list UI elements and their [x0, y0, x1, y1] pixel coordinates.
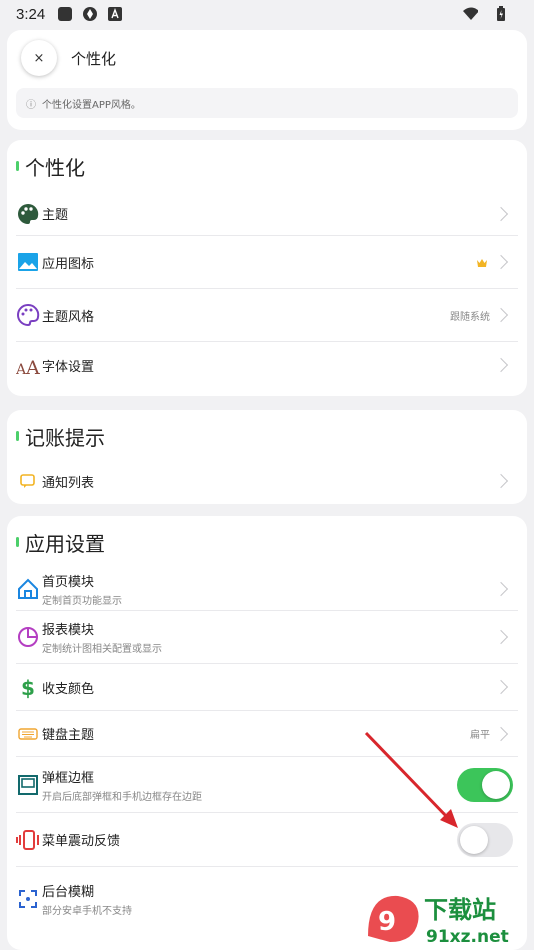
vibrate-icon — [16, 828, 40, 852]
image-icon — [16, 250, 40, 274]
row-title: 菜单震动反馈 — [42, 834, 121, 849]
chevron-right-icon — [493, 581, 509, 597]
section-reminders: 记账提示 通知列表 — [7, 410, 527, 504]
chevron-right-icon — [493, 307, 509, 323]
chevron-right-icon — [493, 357, 509, 373]
close-icon: × — [33, 50, 45, 66]
status-bar: 3:24 — [0, 0, 534, 28]
chevron-right-icon — [493, 473, 509, 489]
settings-row-dialog-border[interactable]: 弹框边框 开启后底部弹框和手机边框存在边距 — [16, 757, 518, 813]
row-value: 跟随系统 — [450, 311, 490, 323]
svg-text:9: 9 — [378, 907, 396, 937]
row-title: 主题风格 — [42, 309, 95, 325]
blur-icon — [16, 887, 40, 911]
settings-row-theme-style[interactable]: 主题风格 跟随系统 — [16, 289, 518, 342]
battery-icon — [493, 6, 509, 22]
menu-vibration-toggle[interactable] — [457, 822, 513, 857]
dialog-border-toggle[interactable] — [457, 767, 513, 802]
watermark-logo: 9 下载站 91xz.net — [360, 886, 530, 948]
section-title: 应用设置 — [7, 516, 527, 568]
pie-chart-icon — [16, 625, 40, 649]
dollar-icon: $ — [16, 675, 40, 699]
status-time: 3:24 — [16, 5, 46, 23]
svg-text:$: $ — [21, 676, 35, 699]
chevron-right-icon — [493, 206, 509, 221]
section-personalize: 个性化 主题 应用图标 主题风格 跟随系统 AA 字体设置 — [7, 140, 527, 396]
crown-icon — [476, 253, 488, 272]
settings-row-notifications[interactable]: 通知列表 — [16, 462, 518, 500]
row-value: 扁平 — [470, 730, 490, 741]
palette-icon — [16, 202, 40, 226]
wifi-icon — [462, 6, 478, 22]
row-title: 弹框边框 — [42, 770, 95, 786]
app-notification-icon — [82, 6, 98, 22]
chevron-right-icon — [493, 629, 509, 645]
header-card: × 个性化 ⓘ 个性化设置APP风格。 — [7, 30, 527, 130]
row-title: 收支颜色 — [42, 681, 95, 697]
settings-row-app-icon[interactable]: 应用图标 — [16, 236, 518, 289]
info-text: 个性化设置APP风格。 — [42, 99, 141, 111]
settings-row-home-module[interactable]: 首页模块 定制首页功能显示 — [16, 568, 518, 611]
settings-row-menu-vibration[interactable]: 菜单震动反馈 — [16, 813, 518, 867]
row-title: 首页模块 — [42, 575, 95, 590]
font-a-icon — [107, 6, 123, 22]
page-title: 个性化 — [71, 49, 117, 68]
row-title: 应用图标 — [42, 256, 95, 272]
keyboard-icon — [16, 722, 40, 746]
row-title: 字体设置 — [42, 359, 95, 375]
row-title: 通知列表 — [42, 475, 95, 491]
row-title: 主题 — [42, 208, 69, 223]
font-size-icon: AA — [16, 353, 40, 377]
settings-row-report-module[interactable]: 报表模块 定制统计图相关配置或显示 — [16, 611, 518, 664]
svg-text:下载站: 下载站 — [424, 896, 496, 924]
chevron-right-icon — [493, 726, 509, 741]
row-title: 键盘主题 — [42, 728, 95, 743]
palette-outline-icon — [16, 303, 40, 327]
svg-text:A: A — [25, 357, 40, 376]
svg-text:91xz.net: 91xz.net — [426, 927, 509, 947]
home-icon — [16, 577, 40, 601]
message-icon — [16, 469, 40, 493]
settings-row-font[interactable]: AA 字体设置 — [16, 342, 518, 388]
settings-row-theme[interactable]: 主题 — [16, 192, 518, 236]
frame-icon — [16, 773, 40, 797]
row-subtitle: 定制统计图相关配置或显示 — [42, 644, 162, 655]
row-subtitle: 开启后底部弹框和手机边框存在边距 — [42, 791, 202, 803]
info-banner: ⓘ 个性化设置APP风格。 — [16, 88, 518, 118]
close-button[interactable]: × — [21, 40, 57, 76]
section-title: 个性化 — [7, 140, 527, 192]
section-app-settings: 应用设置 首页模块 定制首页功能显示 报表模块 定制统计图相关配置或显示 $ 收… — [7, 516, 527, 950]
notification-square-icon — [57, 6, 73, 22]
section-title: 记账提示 — [7, 410, 527, 462]
chevron-right-icon — [493, 254, 509, 270]
info-icon: ⓘ — [26, 99, 36, 111]
row-title: 报表模块 — [42, 623, 95, 638]
settings-row-keyboard-theme[interactable]: 键盘主题 扁平 — [16, 711, 518, 757]
settings-row-income-color[interactable]: $ 收支颜色 — [16, 664, 518, 711]
chevron-right-icon — [493, 679, 509, 695]
row-subtitle: 定制首页功能显示 — [42, 596, 122, 607]
